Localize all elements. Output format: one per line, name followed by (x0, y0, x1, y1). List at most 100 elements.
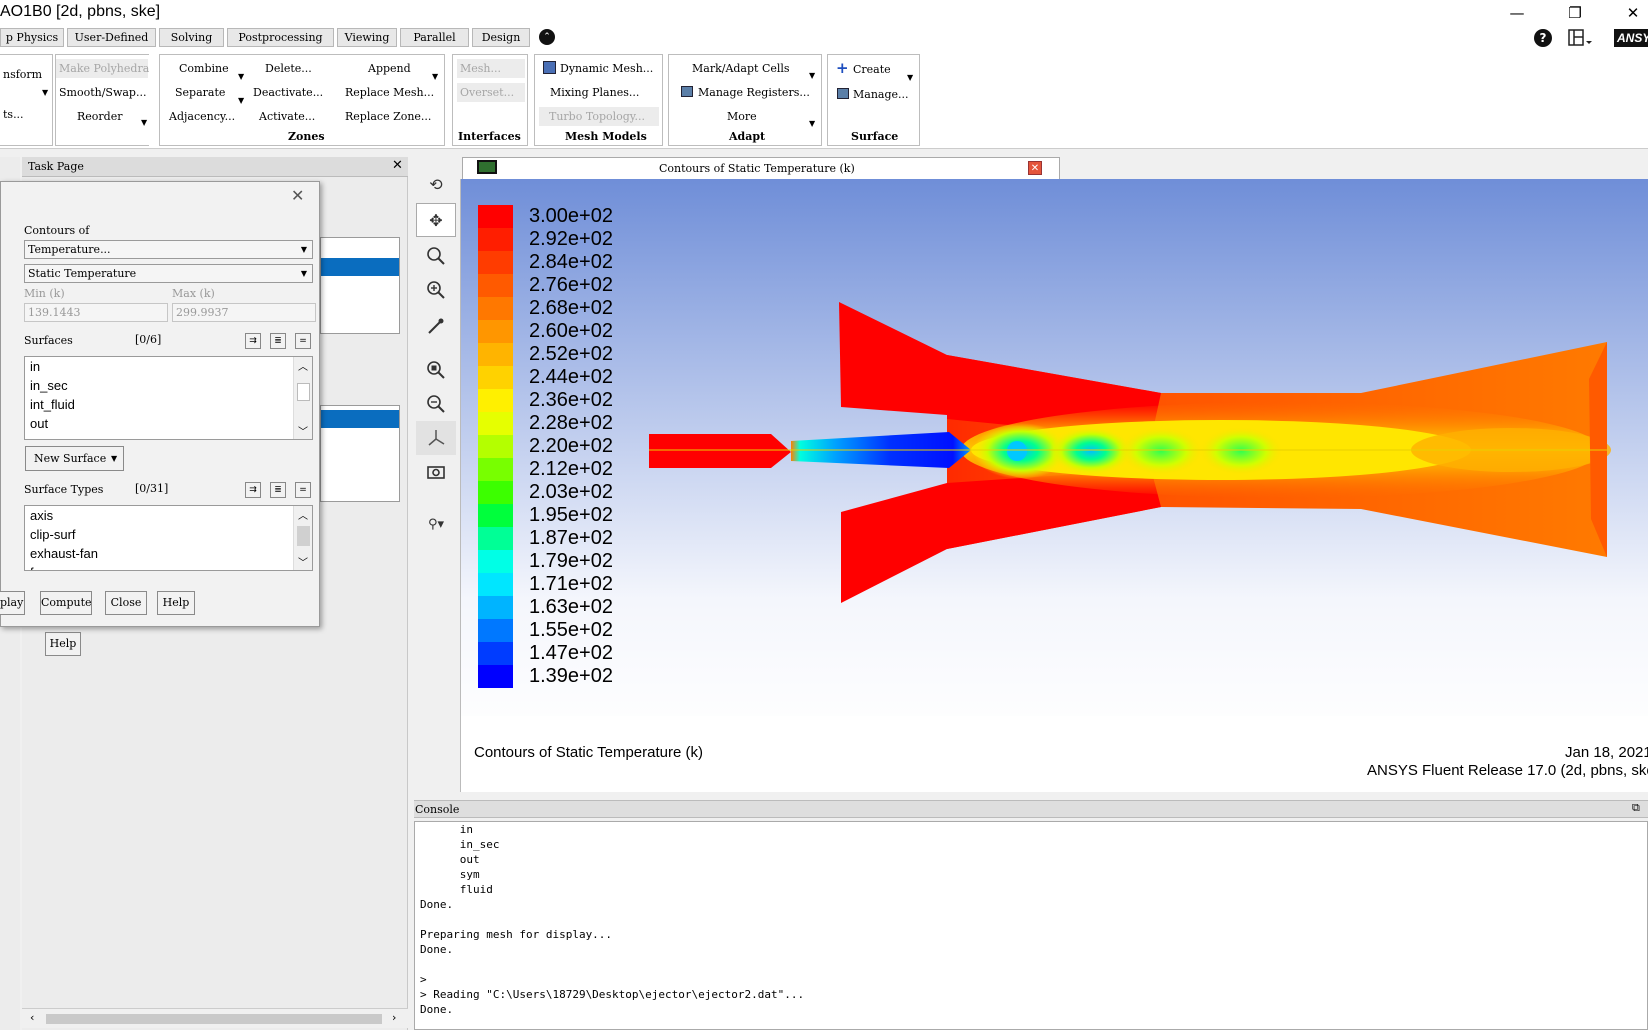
probe-icon[interactable] (416, 309, 456, 343)
compute-button[interactable]: Compute (40, 591, 92, 615)
close-button[interactable]: Close (105, 591, 147, 615)
scroll-right-icon[interactable]: › (392, 1011, 396, 1024)
ts-button[interactable]: ts... (0, 105, 27, 124)
transform-button[interactable]: nsform (0, 65, 45, 84)
list-item[interactable]: axis (30, 508, 53, 523)
list-item[interactable]: int_fluid (30, 397, 75, 412)
pan-icon[interactable]: ✥ (416, 203, 456, 237)
chevron-down-icon: ▼ (300, 269, 307, 278)
deselect-icon[interactable]: = (295, 482, 311, 498)
colorbar-swatch (478, 619, 513, 642)
field-variable-select[interactable]: Static Temperature ▼ (24, 264, 313, 283)
list-item[interactable]: exhaust-fan (30, 546, 98, 561)
chevron-down-icon[interactable]: ﹀ (298, 423, 308, 438)
help-button[interactable]: Help (45, 632, 81, 656)
fit-to-window-icon[interactable] (416, 353, 456, 387)
float-window-icon[interactable]: ⧉ (1632, 801, 1640, 815)
manage-registers-button[interactable]: Manage Registers... (695, 83, 813, 102)
chevron-down-icon[interactable]: ﹀ (298, 554, 308, 569)
dialog-close-icon[interactable]: ✕ (291, 186, 304, 205)
maximize-button[interactable]: ❐ (1560, 2, 1590, 24)
list-item[interactable]: in (30, 359, 40, 374)
turbo-topology-button[interactable]: Turbo Topology... (539, 107, 659, 126)
list-item[interactable]: clip-surf (30, 527, 76, 542)
tab-postprocessing[interactable]: Postprocessing (227, 28, 334, 47)
surfaces-scrollbar[interactable]: ︿ ﹀ (293, 357, 312, 439)
zoom-out-icon[interactable] (416, 387, 456, 421)
scroll-thumb[interactable] (297, 383, 310, 401)
mesh-models-group-label: Mesh Models (565, 130, 647, 143)
help-icon[interactable]: ? (1534, 29, 1552, 47)
graphics-tab[interactable]: Contours of Static Temperature (k) ✕ (462, 157, 1060, 179)
scroll-left-icon[interactable]: ‹ (30, 1011, 34, 1024)
mark-adapt-cells-button[interactable]: Mark/Adapt Cells (689, 59, 793, 78)
close-icon[interactable]: ✕ (392, 158, 403, 173)
scroll-thumb[interactable] (297, 526, 310, 546)
tab-physics[interactable]: p Physics (0, 28, 64, 47)
selected-row[interactable] (321, 258, 399, 276)
tab-parallel[interactable]: Parallel (400, 28, 469, 47)
background-list-top[interactable] (320, 237, 400, 334)
list-item[interactable]: out (30, 416, 48, 431)
axes-icon[interactable] (416, 421, 456, 455)
mixing-planes-button[interactable]: Mixing Planes... (547, 83, 642, 102)
tab-viewing[interactable]: Viewing (337, 28, 397, 47)
camera-icon[interactable] (416, 455, 456, 489)
list-item[interactable]: in_sec (30, 378, 68, 393)
surface-types-list[interactable]: axis clip-surf exhaust-fan f ︿ ﹀ (24, 505, 313, 571)
tab-user-defined[interactable]: User-Defined (67, 28, 156, 47)
adjacency-button[interactable]: Adjacency... (166, 107, 238, 126)
console[interactable]: in in_sec out sym fluid Done. Preparing … (414, 821, 1648, 1030)
dynamic-mesh-button[interactable]: Dynamic Mesh... (557, 59, 656, 78)
chevron-up-icon[interactable]: ︿ (298, 507, 308, 522)
smooth-swap-button[interactable]: Smooth/Swap... (56, 83, 149, 102)
tab-solving[interactable]: Solving (159, 28, 224, 47)
replace-mesh-button[interactable]: Replace Mesh... (342, 83, 437, 102)
list-icon[interactable]: ≣ (270, 482, 286, 498)
minimize-button[interactable]: — (1502, 2, 1532, 24)
ruler-icon[interactable]: ⚲▾ (416, 507, 456, 541)
chevron-up-icon[interactable]: ︿ (298, 358, 308, 373)
display-button[interactable]: play (0, 591, 25, 615)
min-label: Min (k) (24, 287, 65, 300)
combine-button[interactable]: Combine (176, 59, 232, 78)
separate-button[interactable]: Separate (172, 83, 228, 102)
manage-surface-button[interactable]: Manage... (850, 85, 912, 104)
mesh-interfaces-button[interactable]: Mesh... (457, 59, 525, 78)
activate-button[interactable]: Activate... (256, 107, 318, 126)
help-button[interactable]: Help (157, 591, 195, 615)
field-variable-value: Static Temperature (28, 267, 137, 280)
graphics-window[interactable]: 3.00e+02 2.92e+02 2.84e+02 2.76e+02 2.68e+02… (460, 179, 1648, 792)
scroll-thumb[interactable] (46, 1014, 382, 1024)
more-button[interactable]: More (724, 107, 760, 126)
delete-button[interactable]: Delete... (262, 59, 315, 78)
append-button[interactable]: Append (365, 59, 414, 78)
layout-icon[interactable] (1568, 29, 1594, 47)
close-tab-icon[interactable]: ✕ (1028, 161, 1042, 175)
select-all-icon[interactable]: ⇉ (245, 482, 261, 498)
reorder-button[interactable]: Reorder (74, 107, 125, 126)
collapse-ribbon-icon[interactable]: ⌃ (539, 29, 555, 45)
surface-types-scrollbar[interactable]: ︿ ﹀ (293, 506, 312, 570)
rotate-icon[interactable]: ⟲ (416, 167, 456, 201)
select-all-icon[interactable]: ⇉ (245, 333, 261, 349)
overset-button[interactable]: Overset... (457, 83, 525, 102)
deselect-icon[interactable]: = (295, 333, 311, 349)
make-polyhedra-button[interactable]: Make Polyhedra (56, 59, 149, 78)
task-page-hscrollbar[interactable]: ‹ › (22, 1008, 408, 1028)
colorbar-label: 2.84e+02 (529, 251, 613, 273)
list-item[interactable]: f (30, 565, 34, 570)
field-category-select[interactable]: Temperature... ▼ (24, 240, 313, 259)
close-window-button[interactable]: ✕ (1618, 2, 1648, 24)
deactivate-button[interactable]: Deactivate... (250, 83, 326, 102)
zoom-icon[interactable] (416, 239, 456, 273)
create-surface-button[interactable]: Create (850, 60, 894, 79)
background-list-bottom[interactable] (320, 405, 400, 502)
new-surface-button[interactable]: New Surface ▼ (25, 446, 124, 471)
surfaces-list[interactable]: in in_sec int_fluid out ︿ ﹀ (24, 356, 313, 440)
selected-row[interactable] (321, 410, 399, 428)
tab-design[interactable]: Design (472, 28, 530, 47)
list-icon[interactable]: ≣ (270, 333, 286, 349)
replace-zone-button[interactable]: Replace Zone... (342, 107, 434, 126)
zoom-in-icon[interactable] (416, 273, 456, 307)
